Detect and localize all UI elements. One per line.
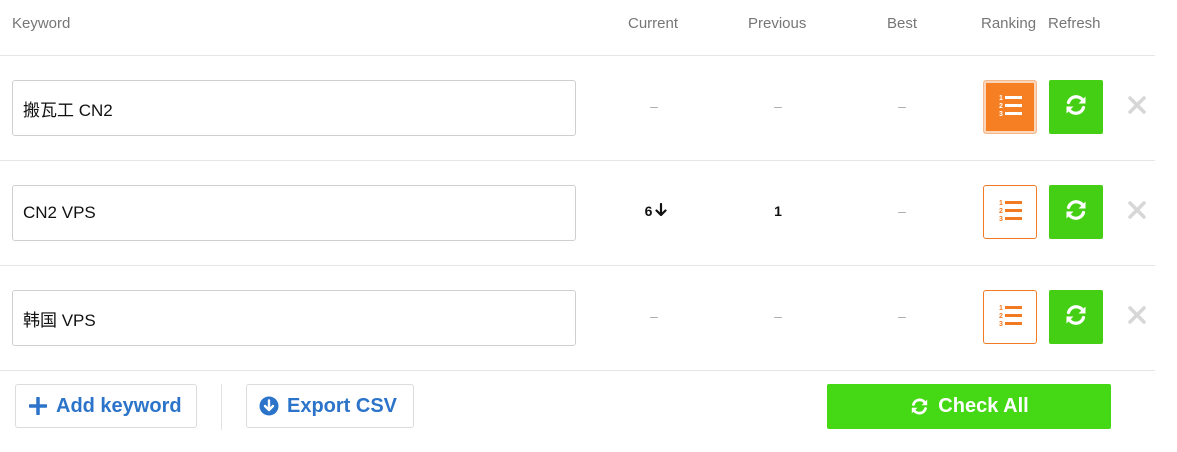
keyword-input[interactable]: [12, 80, 576, 136]
current-rank: –: [650, 98, 658, 114]
svg-text:1: 1: [999, 95, 1003, 102]
delete-keyword-button[interactable]: [1124, 199, 1150, 225]
header-best: Best: [887, 15, 918, 32]
svg-text:1: 1: [999, 200, 1003, 207]
keyword-input[interactable]: [12, 290, 576, 346]
best-rank: –: [898, 308, 906, 324]
ranking-button[interactable]: 1 2 3: [983, 290, 1037, 344]
arrow-down-icon: [655, 202, 667, 222]
delete-keyword-button[interactable]: [1124, 304, 1150, 330]
delete-keyword-button[interactable]: [1124, 94, 1150, 120]
refresh-button[interactable]: [1049, 290, 1103, 344]
refresh-icon: [909, 396, 930, 417]
export-csv-label: Export CSV: [287, 394, 398, 417]
ranking-button[interactable]: 1 2 3: [983, 185, 1037, 239]
svg-text:3: 3: [999, 111, 1003, 118]
best-rank: –: [898, 203, 906, 219]
numbered-list-icon: 1 2 3: [997, 92, 1023, 123]
footer-divider: [221, 384, 222, 430]
keyword-input[interactable]: [12, 185, 576, 241]
check-all-button[interactable]: Check All: [827, 384, 1111, 429]
svg-text:2: 2: [999, 208, 1003, 215]
header-ranking: Ranking: [981, 15, 1037, 32]
table-row: – – – 1 2 3: [0, 266, 1155, 371]
header-previous: Previous: [748, 15, 807, 32]
check-all-label: Check All: [938, 395, 1029, 417]
previous-rank: 1: [774, 203, 782, 219]
table-row: 6 1 – 1 2 3: [0, 161, 1155, 266]
svg-text:2: 2: [999, 103, 1003, 110]
previous-rank: –: [774, 308, 782, 324]
refresh-button[interactable]: [1049, 185, 1103, 239]
svg-text:1: 1: [999, 305, 1003, 312]
best-rank: –: [898, 98, 906, 114]
close-icon: [1128, 95, 1146, 119]
svg-text:2: 2: [999, 313, 1003, 320]
refresh-icon: [1063, 92, 1089, 123]
current-rank: 6: [616, 201, 696, 222]
numbered-list-icon: 1 2 3: [997, 197, 1023, 228]
current-rank: –: [650, 308, 658, 324]
refresh-icon: [1063, 197, 1089, 228]
ranking-button[interactable]: 1 2 3: [983, 80, 1037, 134]
download-circle-icon: [259, 396, 279, 416]
header-refresh: Refresh: [1048, 15, 1101, 32]
numbered-list-icon: 1 2 3: [997, 302, 1023, 333]
current-rank-value: 6: [644, 203, 653, 219]
header-current: Current: [628, 15, 679, 32]
svg-text:3: 3: [999, 216, 1003, 223]
refresh-button[interactable]: [1049, 80, 1103, 134]
header-keyword: Keyword: [12, 15, 71, 32]
table-row: – – – 1 2 3: [0, 56, 1155, 161]
keyword-table: Keyword Current Previous Best Ranking Re…: [0, 0, 1155, 371]
plus-icon: [29, 397, 47, 415]
add-keyword-label: Add keyword: [56, 394, 182, 417]
previous-rank: –: [774, 98, 782, 114]
add-keyword-button[interactable]: Add keyword: [15, 384, 197, 428]
close-icon: [1128, 305, 1146, 329]
close-icon: [1128, 200, 1146, 224]
export-csv-button[interactable]: Export CSV: [246, 384, 414, 428]
refresh-icon: [1063, 302, 1089, 333]
table-header: Keyword Current Previous Best Ranking Re…: [0, 0, 1155, 56]
svg-text:3: 3: [999, 321, 1003, 328]
